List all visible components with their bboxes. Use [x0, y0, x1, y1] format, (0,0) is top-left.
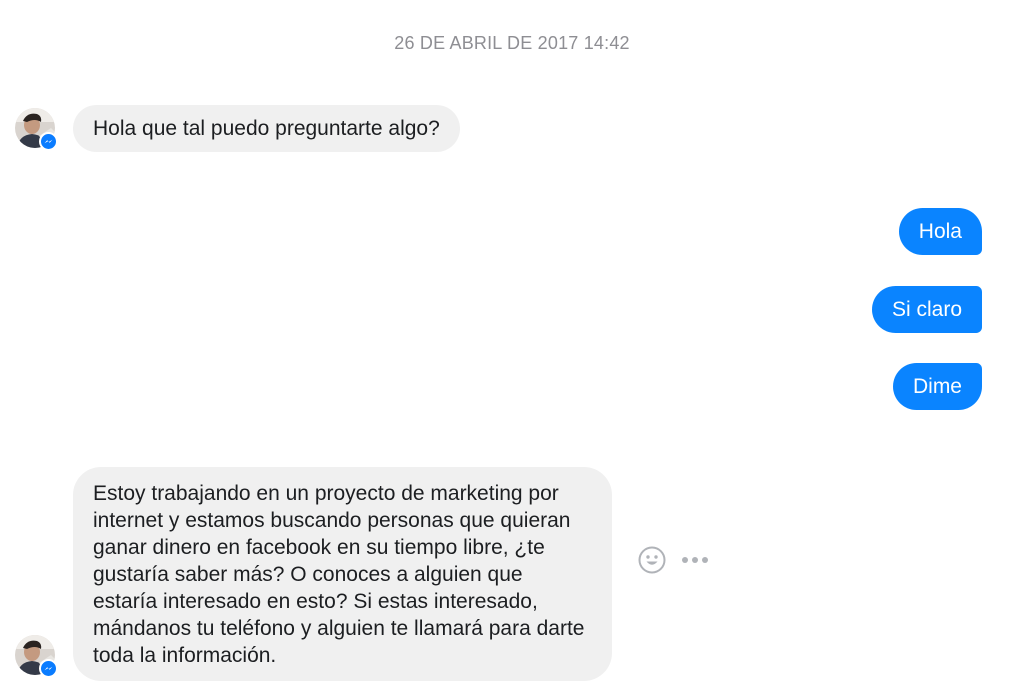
sender-avatar[interactable] [15, 635, 58, 678]
smiley-react-icon[interactable] [637, 545, 667, 575]
incoming-message[interactable]: Estoy trabajando en un proyecto de marke… [73, 467, 612, 681]
messenger-badge-icon [39, 132, 58, 151]
outgoing-message[interactable]: Dime [892, 363, 982, 410]
sender-avatar[interactable] [15, 108, 58, 151]
outgoing-message[interactable]: Si claro [871, 286, 982, 333]
more-options-icon[interactable] [681, 556, 709, 564]
messenger-badge-icon [39, 659, 58, 678]
conversation-timestamp: 26 DE ABRIL DE 2017 14:42 [394, 33, 630, 53]
incoming-message[interactable]: Hola que tal puedo preguntarte algo? [73, 105, 460, 152]
outgoing-message[interactable]: Hola [898, 208, 982, 255]
message-actions [637, 545, 709, 575]
conversation-view: 26 DE ABRIL DE 2017 14:42 Hola que tal p… [0, 0, 1024, 699]
